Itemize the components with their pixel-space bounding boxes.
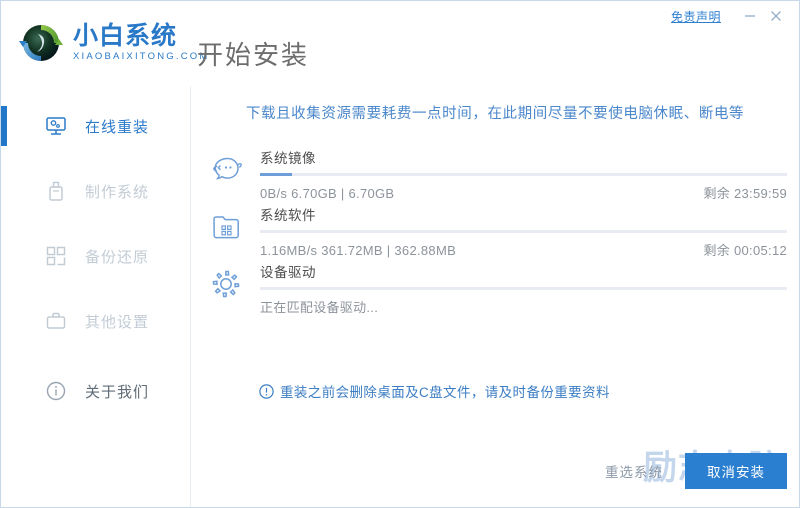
reselect-system-link[interactable]: 重选系统 [605,461,663,481]
logo-name-en: XIAOBAIXITONG.COM [73,51,210,63]
app-window: 免责声明 小白系统 XIAOBAIXITONG.COM 开始安装 在线重装 制作… [0,0,800,508]
task-list: 系统镜像 0B/s 6.70GB | 6.70GB 剩余 23:59:59 系统… [204,146,787,317]
active-indicator [1,236,7,276]
ghost-cloud-icon [204,148,248,192]
task-row: 系统软件 1.16MB/s 361.72MB | 362.88MB 剩余 00:… [204,203,787,260]
task-speed-size: 1.16MB/s 361.72MB | 362.88MB [260,243,457,258]
sidebar-item-label: 备份还原 [85,248,150,266]
progress-bar [260,230,787,233]
disclaimer-link[interactable]: 免责声明 [671,8,721,25]
blocks-icon [43,243,69,269]
active-indicator [1,106,7,146]
task-remaining: 剩余 23:59:59 [703,186,787,201]
sidebar-item-label: 在线重装 [85,118,150,136]
close-icon [771,11,781,21]
minimize-icon [745,15,755,17]
sidebar-item-backup-restore[interactable]: 备份还原 [1,236,191,276]
footer-actions: 重选系统 取消安装 [605,453,787,489]
progress-bar [260,173,787,176]
warning-message: 重装之前会删除桌面及C盘文件，请及时备份重要资料 [259,381,610,401]
usb-drive-icon [43,178,69,204]
cancel-install-button[interactable]: 取消安装 [685,453,787,489]
task-body: 系统镜像 0B/s 6.70GB | 6.70GB 剩余 23:59:59 [260,146,787,202]
sidebar-item-label: 制作系统 [85,183,150,201]
warning-text: 重装之前会删除桌面及C盘文件，请及时备份重要资料 [280,385,610,400]
sidebar-item-online-reinstall[interactable]: 在线重装 [1,106,191,146]
task-speed-size: 正在匹配设备驱动... [260,300,379,315]
task-body: 设备驱动 正在匹配设备驱动... [260,260,787,316]
gear-icon [204,262,248,306]
task-meta: 0B/s 6.70GB | 6.70GB 剩余 23:59:59 [260,183,787,202]
task-meta: 1.16MB/s 361.72MB | 362.88MB 剩余 00:05:12 [260,240,787,259]
close-button[interactable] [763,5,789,27]
active-indicator [1,371,7,411]
sidebar: 在线重装 制作系统 备份还原 其他设置 关于我们 [1,86,191,507]
progress-fill [260,173,292,176]
title-bar: 免责声明 [1,1,799,31]
task-meta: 正在匹配设备驱动... [260,297,787,316]
sidebar-item-label: 关于我们 [85,383,150,401]
task-name: 设备驱动 [260,265,316,280]
task-name: 系统软件 [260,208,316,223]
task-speed-size: 0B/s 6.70GB | 6.70GB [260,186,395,201]
exclamation-circle-icon [259,383,274,399]
sidebar-item-about-us[interactable]: 关于我们 [1,371,191,411]
notice-text: 下载且收集资源需要耗费一点时间，在此期间尽量不要使电脑休眠、断电等 [245,106,745,122]
monitor-icon [43,113,69,139]
sidebar-item-other-settings[interactable]: 其他设置 [1,301,191,341]
active-indicator [1,301,7,341]
minimize-button[interactable] [737,5,763,27]
sidebar-item-label: 其他设置 [85,313,150,331]
progress-bar [260,287,787,290]
task-body: 系统软件 1.16MB/s 361.72MB | 362.88MB 剩余 00:… [260,203,787,259]
task-remaining: 剩余 00:05:12 [703,243,787,258]
info-circle-icon [43,378,69,404]
folder-apps-icon [204,205,248,249]
task-row: 系统镜像 0B/s 6.70GB | 6.70GB 剩余 23:59:59 [204,146,787,203]
task-row: 设备驱动 正在匹配设备驱动... [204,260,787,317]
page-title: 开始安装 [197,40,310,70]
main-content: 下载且收集资源需要耗费一点时间，在此期间尽量不要使电脑休眠、断电等 系统镜像 0… [191,86,799,507]
active-indicator [1,171,7,211]
sidebar-item-make-system[interactable]: 制作系统 [1,171,191,211]
briefcase-icon [43,308,69,334]
task-name: 系统镜像 [260,151,316,166]
